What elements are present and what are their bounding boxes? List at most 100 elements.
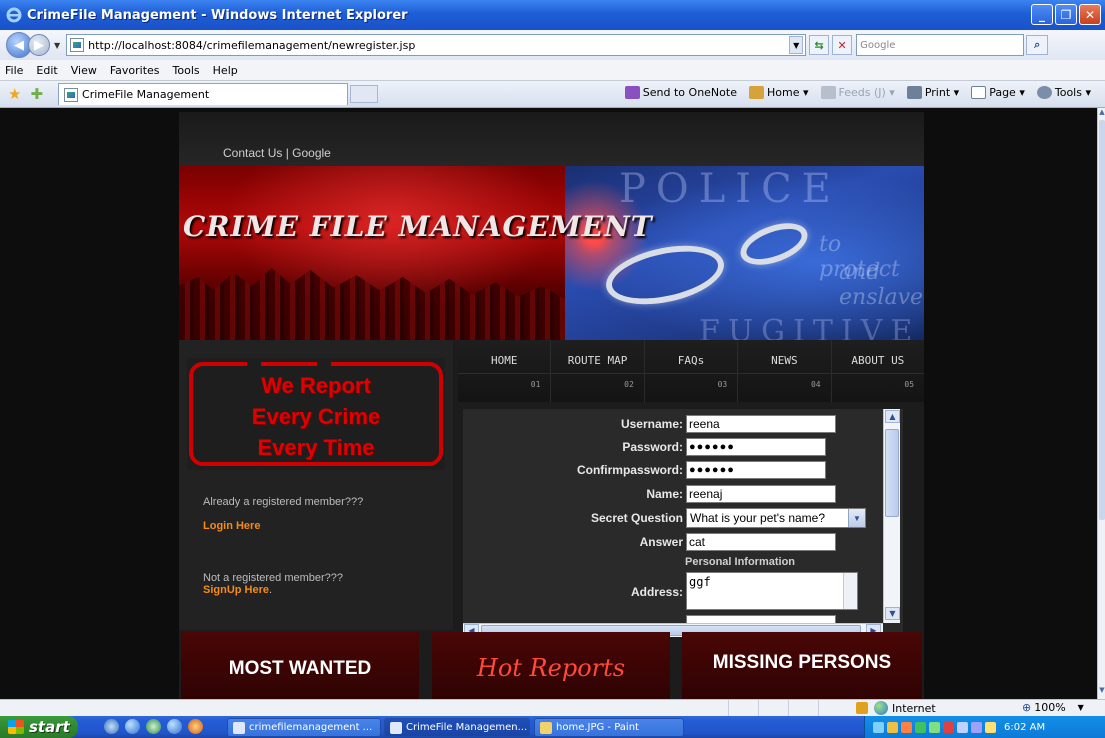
scroll-up-icon[interactable]: ▲ — [885, 410, 900, 423]
tab-crimefile[interactable]: CrimeFile Management — [58, 83, 349, 105]
menu-tools[interactable]: Tools — [173, 64, 200, 77]
not-member-text: Not a registered member??? — [203, 572, 344, 584]
onenote-label: Send to OneNote — [642, 86, 737, 99]
personal-info-header: Personal Information — [685, 556, 796, 568]
site-container: Contact Us | Google POLICE to protect an… — [179, 112, 925, 699]
menu-help[interactable]: Help — [213, 64, 238, 77]
most-wanted-box[interactable]: MOST WANTED — [181, 632, 419, 699]
system-tray: 6:02 AM — [864, 716, 1105, 738]
nav-divider — [551, 373, 644, 374]
username-input[interactable]: reena — [686, 415, 836, 433]
antivirus-icon[interactable] — [915, 721, 926, 733]
maximize-button[interactable]: ❐ — [1055, 4, 1077, 25]
refresh-button[interactable]: ⇆ — [809, 35, 830, 55]
report-line-2: Every Crime — [251, 404, 381, 429]
printer-tray-icon[interactable] — [971, 721, 982, 733]
nav-home[interactable]: HOME 01 — [458, 340, 552, 402]
menu-view[interactable]: View — [71, 64, 97, 77]
taskbar-item-explorer[interactable]: crimefilemanagement ... — [227, 718, 381, 737]
firefox-icon[interactable] — [188, 719, 203, 734]
form-vertical-scrollbar[interactable]: ▲ ▼ — [883, 409, 900, 623]
minimize-button[interactable]: _ — [1031, 4, 1053, 25]
menu-favorites[interactable]: Favorites — [110, 64, 160, 77]
page-scroll-up-icon[interactable]: ▲ — [1098, 108, 1105, 118]
hot-reports-box[interactable]: Hot Reports — [432, 632, 670, 699]
security-icon[interactable] — [887, 721, 898, 733]
browser-viewport: Contact Us | Google POLICE to protect an… — [0, 108, 1097, 699]
page-menu-icon — [971, 86, 987, 99]
confirm-password-label: Confirmpassword: — [576, 463, 683, 477]
confirm-password-input[interactable]: ●●●●●● — [686, 461, 826, 479]
status-segment — [788, 700, 818, 717]
signup-link[interactable]: SignUp Here — [203, 584, 269, 596]
page-label: Page — [989, 86, 1016, 99]
media-icon[interactable] — [146, 719, 161, 734]
secret-question-select[interactable]: What is your pet's name? ▼ — [686, 508, 866, 528]
contact-google-links[interactable]: Contact Us | Google — [223, 146, 331, 160]
nav-faqs[interactable]: FAQs 03 — [644, 340, 739, 402]
address-bar[interactable]: http://localhost:8084/crimefilemanagemen… — [66, 34, 807, 56]
desktop-icon[interactable] — [104, 719, 119, 734]
address-dropdown-icon[interactable]: ▼ — [789, 36, 804, 54]
menu-edit[interactable]: Edit — [36, 64, 57, 77]
nav-news[interactable]: NEWS 04 — [738, 340, 832, 402]
home-button[interactable]: Home ▾ — [748, 86, 809, 99]
ie-quicklaunch-icon[interactable] — [167, 719, 182, 734]
security-zone[interactable]: Internet — [856, 701, 936, 715]
history-dropdown-icon[interactable]: ▼ — [54, 41, 60, 50]
print-button[interactable]: Print ▾ — [906, 86, 959, 99]
name-label: Name: — [646, 487, 683, 501]
taskbar-item-ie[interactable]: CrimeFile Managemen... — [384, 718, 530, 737]
stop-button[interactable]: ✕ — [832, 35, 853, 55]
forward-arrow-icon: ▶ — [34, 37, 44, 53]
crowd-silhouette — [179, 268, 565, 340]
window-title: CrimeFile Management - Windows Internet … — [27, 7, 408, 23]
chevron-down-icon[interactable]: ▼ — [848, 509, 865, 527]
address-url[interactable]: http://localhost:8084/crimefilemanagemen… — [88, 39, 789, 52]
search-input[interactable]: Google — [856, 34, 1025, 56]
network-icon[interactable] — [873, 721, 884, 733]
missing-persons-box[interactable]: MISSING PERSONS — [682, 632, 922, 699]
mail-icon[interactable] — [943, 721, 954, 733]
favorites-bar: ★ ✚ CrimeFile Management Send to OneNote… — [0, 81, 1105, 108]
bluetooth-icon[interactable] — [985, 721, 996, 733]
name-input[interactable]: reenaj — [686, 485, 836, 503]
password-input[interactable]: ●●●●●● — [686, 438, 826, 456]
command-bar: Send to OneNote Home ▾ Feeds (J) ▾ Print… — [613, 86, 1091, 99]
scroll-down-icon[interactable]: ▼ — [885, 607, 900, 620]
page-scroll-thumb[interactable] — [1099, 120, 1105, 520]
page-button[interactable]: Page ▾ — [971, 86, 1025, 99]
send-to-onenote-button[interactable]: Send to OneNote — [624, 86, 737, 99]
forward-button[interactable]: ▶ — [28, 34, 50, 56]
menu-file[interactable]: File — [5, 64, 23, 77]
login-link[interactable]: Login Here — [203, 520, 260, 532]
nav-divider — [458, 373, 551, 374]
textarea-scrollbar[interactable] — [843, 573, 857, 609]
form-vscroll-thumb[interactable] — [885, 429, 899, 517]
messenger-icon[interactable] — [929, 721, 940, 733]
add-favorites-icon[interactable]: ✚ — [30, 85, 43, 103]
confirm-password-row: Confirmpassword: ●●●●●● — [483, 461, 826, 479]
taskbar-item-paint[interactable]: home.JPG - Paint — [534, 718, 684, 737]
feeds-icon — [820, 86, 836, 99]
name-row: Name: reenaj — [483, 485, 836, 503]
start-button[interactable]: start — [0, 716, 78, 738]
tools-button[interactable]: Tools ▾ — [1036, 86, 1091, 99]
nav-about-us[interactable]: ABOUT US 05 — [831, 340, 925, 402]
report-line-1: We Report — [261, 373, 371, 398]
favorites-star-icon[interactable]: ★ — [8, 85, 21, 103]
signup-period: . — [269, 584, 273, 596]
page-vertical-scrollbar[interactable]: ▲ ▼ — [1097, 108, 1105, 699]
zoom-control[interactable]: ⊕ 100% ▼ — [1022, 701, 1084, 714]
feeds-button[interactable]: Feeds (J) ▾ — [820, 86, 895, 99]
search-button[interactable]: ⌕ — [1026, 35, 1049, 55]
new-tab-button[interactable] — [350, 85, 379, 103]
ie-quicklaunch-icon[interactable] — [125, 719, 140, 734]
address-textarea[interactable]: ggf — [686, 572, 858, 610]
volume-icon[interactable] — [957, 721, 968, 733]
update-icon[interactable] — [901, 721, 912, 733]
nav-route-map[interactable]: ROUTE MAP 02 — [551, 340, 645, 402]
answer-input[interactable]: cat — [686, 533, 836, 551]
close-button[interactable]: ✕ — [1079, 4, 1101, 25]
page-scroll-down-icon[interactable]: ▼ — [1098, 686, 1105, 696]
